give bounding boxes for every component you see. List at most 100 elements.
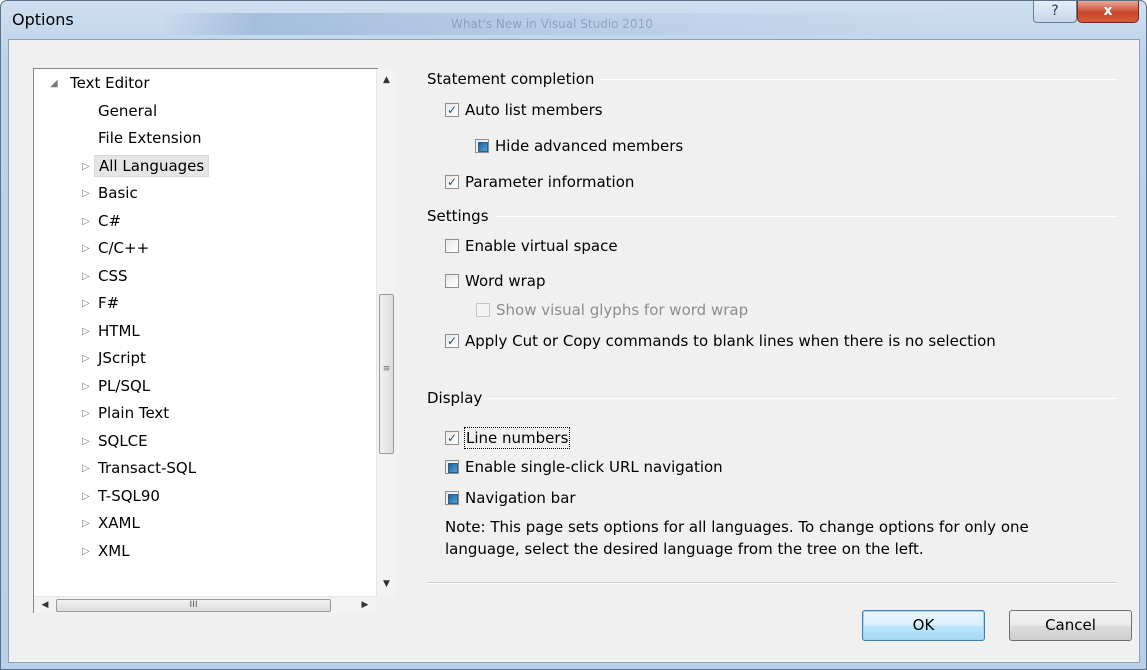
scroll-right-arrow-icon[interactable]: ▶ [356, 597, 374, 614]
tree-item-label: C# [98, 211, 122, 230]
apply-cut-copy-label: Apply Cut or Copy commands to blank line… [465, 332, 996, 350]
note-text: Note: This page sets options for all lan… [445, 518, 1029, 558]
group-divider [427, 216, 1117, 217]
tree-item-label: XML [98, 541, 130, 560]
tree-item-label: XAML [98, 514, 140, 532]
tree-item[interactable]: ▷ XML [34, 538, 364, 565]
horizontal-scroll-thumb[interactable]: III [56, 599, 331, 612]
line-numbers-checkbox[interactable]: ✓ [445, 431, 459, 445]
tree-item-label: All Languages [94, 154, 210, 177]
tree-item[interactable]: ▷ All Languages [34, 153, 364, 180]
apply-cut-copy-checkbox[interactable]: ✓ [445, 334, 459, 348]
expand-arrow-icon[interactable]: ▷ [82, 538, 90, 565]
tree-item-label: F# [98, 294, 120, 312]
tree-item-label: PL/SQL [98, 376, 151, 395]
expand-arrow-icon[interactable]: ▷ [82, 400, 90, 427]
background-window-title: What's New in Visual Studio 2010 [451, 17, 653, 31]
line-numbers-label: Line numbers [463, 427, 571, 449]
parameter-information-checkbox[interactable]: ✓ [445, 175, 459, 189]
tree-item[interactable]: ▷ Basic [34, 180, 364, 207]
navigation-bar-checkbox[interactable] [445, 491, 459, 505]
tree-item[interactable]: ▷ Transact-SQL [34, 455, 364, 482]
tree-item-label: SQLCE [98, 431, 148, 450]
enable-virtual-space-checkbox[interactable] [445, 239, 459, 253]
options-dialog: What's New in Visual Studio 2010 Options… [0, 0, 1147, 670]
hide-advanced-members-checkbox[interactable] [475, 139, 489, 153]
single-click-url-label: Enable single-click URL navigation [465, 458, 723, 476]
tree-item-label: Plain Text [98, 404, 170, 422]
expand-arrow-icon[interactable]: ▷ [82, 373, 90, 400]
expand-arrow-icon[interactable]: ▷ [82, 318, 90, 345]
expand-arrow-icon[interactable]: ▷ [82, 180, 90, 207]
tree-item[interactable]: General [34, 98, 364, 125]
group-display: Display [427, 388, 1117, 408]
word-wrap-label: Word wrap [465, 272, 546, 290]
group-settings: Settings [427, 206, 1117, 226]
group-divider [427, 398, 1117, 399]
close-button[interactable]: x [1077, 1, 1139, 23]
tree-item[interactable]: ▷ T-SQL90 [34, 483, 364, 510]
tree-item-label: General [98, 101, 158, 120]
tree-item[interactable]: ▷ F# [34, 290, 364, 317]
dialog-title: Options [12, 10, 74, 29]
show-visual-glyphs-label: Show visual glyphs for word wrap [496, 301, 749, 319]
parameter-information-label: Parameter information [465, 173, 635, 191]
tree-item-label: T-SQL90 [98, 486, 160, 505]
expand-arrow-icon[interactable]: ▷ [82, 455, 90, 482]
auto-list-members-label: Auto list members [465, 101, 603, 119]
tree-item[interactable]: ▷ C/C++ [34, 235, 364, 262]
collapse-arrow-icon[interactable]: ◢ [50, 70, 58, 97]
tree-item[interactable]: ▷ XAML [34, 510, 364, 537]
tree-item[interactable]: ◢ Text Editor [34, 70, 364, 97]
navigation-bar-label: Navigation bar [465, 489, 576, 507]
group-label: Statement completion [427, 70, 601, 88]
group-label: Settings [427, 207, 495, 225]
tree-item[interactable]: File Extension [34, 125, 364, 152]
expand-arrow-icon[interactable]: ▷ [82, 208, 90, 235]
expand-arrow-icon[interactable]: ▷ [82, 483, 90, 510]
tree-items: ◢ Text Editor General File Extension ▷ All La… [34, 69, 371, 596]
dialog-client-area: ◢ Text Editor General File Extension ▷ All La… [8, 39, 1140, 663]
grip-icon: ≡ [382, 364, 391, 374]
tree-item[interactable]: ▷ SQLCE [34, 428, 364, 455]
scroll-up-arrow-icon[interactable]: ▲ [377, 71, 396, 89]
tree-item-label: CSS [98, 266, 128, 285]
cancel-button[interactable]: Cancel [1009, 610, 1132, 641]
tree-item[interactable]: ▷ JScript [34, 345, 364, 372]
title-bar[interactable]: What's New in Visual Studio 2010 Options… [1, 1, 1146, 39]
expand-arrow-icon[interactable]: ▷ [82, 290, 90, 317]
group-label: Display [427, 389, 489, 407]
options-tree[interactable]: ◢ Text Editor General File Extension ▷ All La… [33, 68, 395, 613]
expand-arrow-icon[interactable]: ▷ [82, 263, 90, 290]
tree-item-label: HTML [98, 321, 140, 340]
scrollbar-corner [376, 596, 395, 613]
tree-item-label: Text Editor [70, 74, 150, 92]
button-separator [427, 582, 1117, 584]
help-button[interactable]: ? [1033, 1, 1077, 23]
expand-arrow-icon[interactable]: ▷ [82, 345, 90, 372]
tree-item[interactable]: ▷ PL/SQL [34, 373, 364, 400]
word-wrap-checkbox[interactable] [445, 274, 459, 288]
vertical-scroll-thumb[interactable]: ≡ [379, 294, 394, 454]
hide-advanced-members-label: Hide advanced members [495, 137, 684, 155]
auto-list-members-checkbox[interactable]: ✓ [445, 103, 459, 117]
tree-horizontal-scrollbar[interactable]: ◀ III ▶ [34, 596, 376, 613]
scroll-down-arrow-icon[interactable]: ▼ [377, 575, 396, 593]
tree-item-label: Transact-SQL [98, 459, 197, 477]
show-visual-glyphs-checkbox [476, 303, 490, 317]
tree-item[interactable]: ▷ CSS [34, 263, 364, 290]
tree-vertical-scrollbar[interactable]: ▲ ≡ ▼ [376, 69, 395, 596]
expand-arrow-icon[interactable]: ▷ [82, 428, 90, 455]
ok-button[interactable]: OK [862, 610, 985, 641]
tree-item[interactable]: ▷ Plain Text [34, 400, 364, 427]
tree-item[interactable]: ▷ C# [34, 208, 364, 235]
expand-arrow-icon[interactable]: ▷ [82, 153, 90, 180]
tree-item-label: Basic [98, 184, 138, 202]
tree-item[interactable]: ▷ HTML [34, 318, 364, 345]
tree-item-label: JScript [98, 349, 146, 367]
single-click-url-checkbox[interactable] [445, 460, 459, 474]
scroll-left-arrow-icon[interactable]: ◀ [36, 597, 54, 614]
expand-arrow-icon[interactable]: ▷ [82, 510, 90, 537]
expand-arrow-icon[interactable]: ▷ [82, 235, 90, 262]
group-statement-completion: Statement completion [427, 69, 1117, 89]
